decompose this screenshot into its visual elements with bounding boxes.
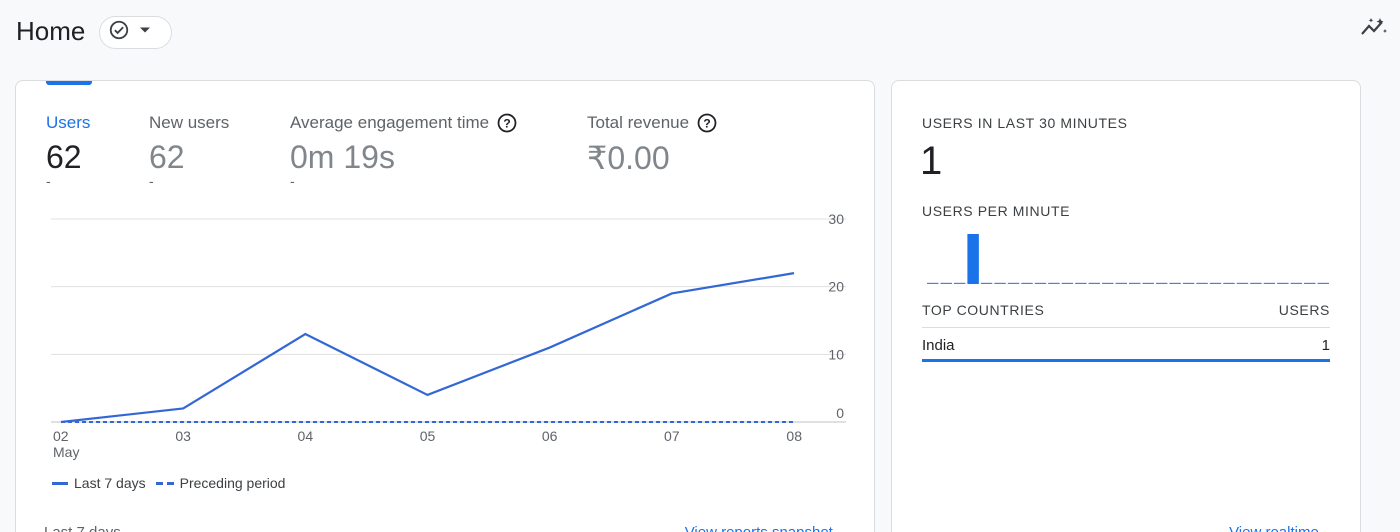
minute-bar[interactable] [1263, 282, 1276, 284]
top-countries-header: TOP COUNTRIES USERS [922, 302, 1330, 318]
legend-item-preceding-period: Preceding period [155, 475, 286, 491]
country-name: India [922, 337, 955, 354]
minute-bar[interactable] [1223, 282, 1235, 284]
minute-bar[interactable] [1236, 282, 1249, 284]
minute-bar[interactable] [1182, 282, 1195, 284]
insights-button[interactable] [1358, 14, 1390, 46]
view-realtime-link[interactable]: View realtime → [1229, 524, 1338, 532]
x-tick-label: 07 [664, 428, 680, 444]
x-tick-label: 03 [175, 428, 191, 444]
minute-bar[interactable] [1021, 282, 1033, 284]
x-tick-label: 02 [53, 428, 69, 444]
divider [922, 327, 1330, 328]
date-range-selector[interactable]: Last 7 days [44, 524, 121, 532]
country-row[interactable]: India 1 [922, 337, 1330, 354]
y-tick-label: 0 [836, 405, 844, 421]
series-line-last-7-days [60, 272, 795, 424]
insights-sparkle-icon [1360, 17, 1388, 44]
minute-bar[interactable] [1075, 282, 1087, 284]
minute-bar[interactable] [1129, 282, 1141, 284]
minute-bar[interactable] [1317, 282, 1329, 284]
legend-item-last-7-days: Last 7 days [52, 475, 146, 491]
minute-bar[interactable] [1115, 282, 1127, 284]
top-countries-heading: TOP COUNTRIES [922, 302, 1045, 318]
minute-bar[interactable] [1102, 282, 1114, 284]
users-column-heading: USERS [1278, 302, 1330, 318]
users-per-minute-heading: USERS PER MINUTE [922, 203, 1071, 219]
minute-bar[interactable] [1142, 282, 1154, 284]
minute-bar[interactable] [1061, 282, 1074, 284]
overview-card: Users 62 - New users 62 - Average engage… [15, 80, 875, 532]
minute-bar[interactable] [1277, 282, 1289, 284]
minute-bar[interactable] [1304, 282, 1316, 284]
minute-bar[interactable] [927, 282, 939, 284]
legend-label: Last 7 days [74, 475, 146, 491]
minute-bar[interactable] [953, 282, 966, 284]
page-title: Home [16, 16, 86, 46]
minute-bar[interactable] [1034, 282, 1047, 284]
country-share-bar [922, 359, 1330, 362]
view-reports-snapshot-link[interactable]: View reports snapshot → [685, 524, 852, 532]
country-users: 1 [1321, 337, 1330, 354]
x-tick-label: 08 [786, 428, 802, 444]
users-per-minute-chart [927, 234, 1329, 284]
y-tick-label: 30 [828, 211, 844, 227]
x-tick-label: 06 [542, 428, 558, 444]
realtime-users-count: 1 [920, 139, 943, 183]
realtime-users-heading: USERS IN LAST 30 MINUTES [922, 115, 1128, 131]
property-status-dropdown[interactable] [99, 16, 172, 49]
minute-bar[interactable] [994, 282, 1006, 284]
x-tick-label: 05 [420, 428, 436, 444]
minute-bar[interactable] [1088, 282, 1101, 284]
chart-legend: Last 7 days Preceding period [52, 475, 285, 491]
legend-swatch [52, 481, 68, 485]
check-circle-icon [108, 19, 130, 46]
minute-bar[interactable] [1250, 282, 1262, 284]
legend-label: Preceding period [179, 475, 286, 491]
minute-bar[interactable] [967, 234, 979, 284]
caret-down-icon [138, 23, 152, 42]
minute-bar[interactable] [1155, 282, 1168, 284]
x-sublabel: May [53, 444, 79, 460]
minute-bar[interactable] [1169, 282, 1181, 284]
minute-bar[interactable] [1048, 282, 1060, 284]
users-line-chart: 0 10 20 30 02 03 04 05 06 07 08 May [51, 211, 846, 460]
minute-bar[interactable] [1290, 282, 1303, 284]
minute-bar[interactable] [980, 282, 993, 284]
minute-bar[interactable] [1007, 282, 1020, 284]
x-tick-label: 04 [298, 428, 314, 444]
y-tick-label: 10 [828, 346, 844, 362]
realtime-card: USERS IN LAST 30 MINUTES 1 USERS PER MIN… [891, 80, 1361, 532]
minute-bar[interactable] [1209, 282, 1222, 284]
minute-bar[interactable] [1196, 282, 1208, 284]
y-tick-label: 20 [828, 279, 844, 295]
legend-swatch [155, 481, 174, 485]
minute-bar[interactable] [940, 282, 952, 284]
